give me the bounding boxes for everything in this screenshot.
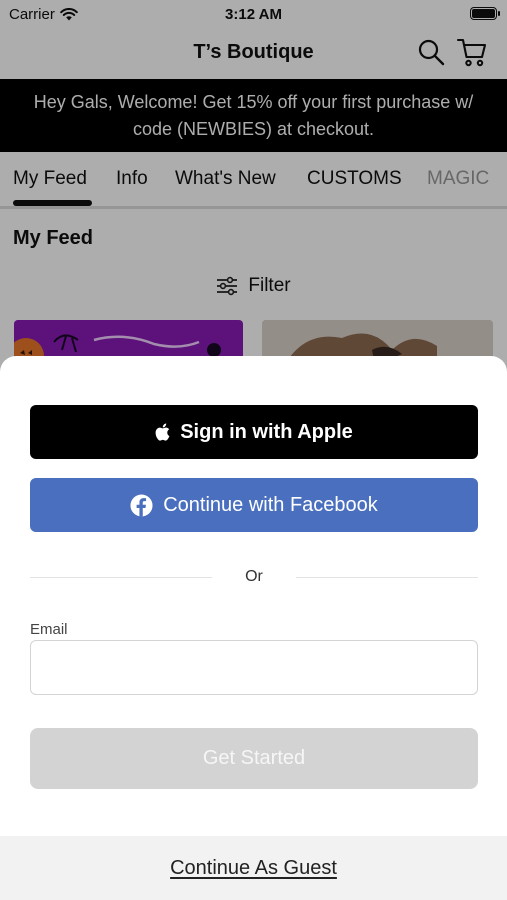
or-divider: Or xyxy=(30,567,478,587)
facebook-button-label: Continue with Facebook xyxy=(163,493,378,516)
email-label: Email xyxy=(30,621,68,638)
divider-line-right xyxy=(296,577,478,578)
sign-in-sheet: Sign in with Apple Continue with Faceboo… xyxy=(0,356,507,900)
get-started-button[interactable]: Get Started xyxy=(30,728,478,789)
sign-in-apple-button[interactable]: Sign in with Apple xyxy=(30,405,478,459)
email-field[interactable] xyxy=(30,640,478,695)
apple-button-label: Sign in with Apple xyxy=(180,420,353,443)
continue-facebook-button[interactable]: Continue with Facebook xyxy=(30,478,478,532)
apple-logo-icon xyxy=(155,423,170,441)
facebook-logo-icon xyxy=(130,493,153,517)
guest-bar: Continue As Guest xyxy=(0,836,507,900)
continue-as-guest-link[interactable]: Continue As Guest xyxy=(170,857,337,880)
